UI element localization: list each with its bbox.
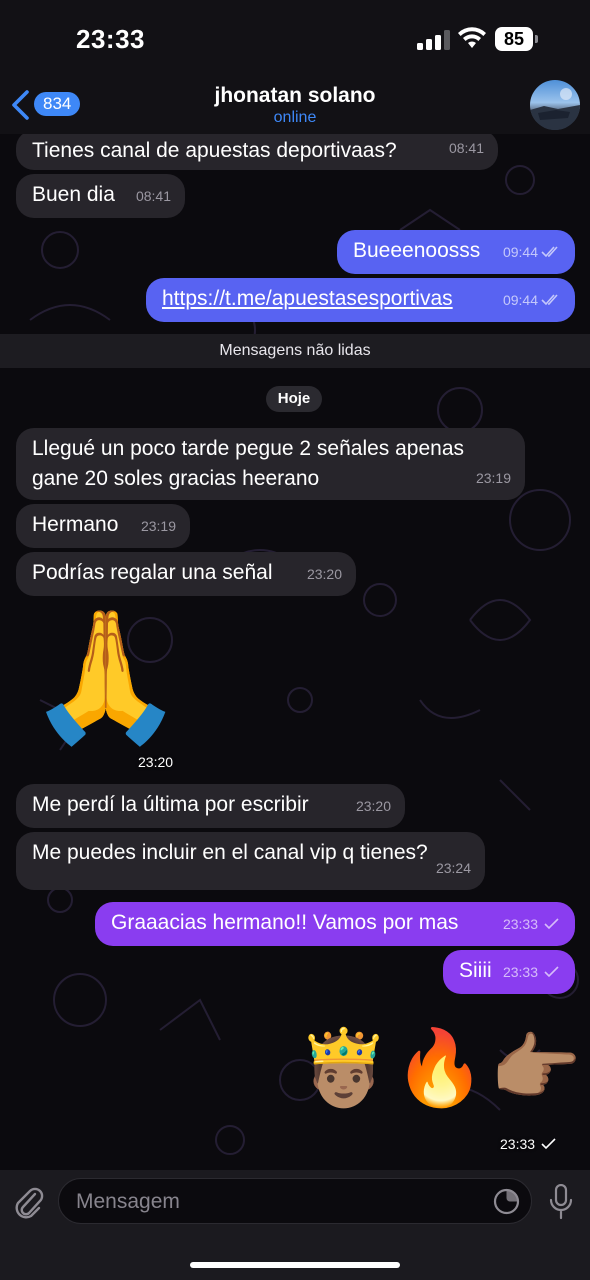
message-time: 08:41 xyxy=(135,188,171,204)
message-bubble-outgoing[interactable]: https://t.me/apuestasesportivas 09:44 xyxy=(146,278,575,322)
message-bubble-outgoing[interactable]: Bueeenoosss 09:44 xyxy=(337,230,575,274)
message-text: Me perdí la última por escribir xyxy=(32,793,309,816)
message-time: 23:20 xyxy=(306,566,342,582)
message-text: Me puedes incluir en el canal vip q tien… xyxy=(32,841,428,864)
single-check-icon xyxy=(541,1138,556,1150)
message-time: 23:33 xyxy=(502,916,538,932)
message-time: 23:20 xyxy=(138,754,174,770)
message-time: 09:44 xyxy=(502,292,538,308)
battery-icon: 85 xyxy=(495,27,539,51)
cellular-signal-icon xyxy=(417,30,450,50)
message-bubble-incoming[interactable]: Me perdí la última por escribir 23:20 xyxy=(16,784,405,828)
message-time: 23:19 xyxy=(475,470,511,486)
message-bubble-incoming[interactable]: Llegué un poco tarde pegue 2 señales ape… xyxy=(16,428,525,500)
message-time: 08:41 xyxy=(448,140,484,156)
message-bubble-incoming[interactable]: Tienes canal de apuestas deportivaas? 08… xyxy=(16,130,498,170)
message-bubble-outgoing[interactable]: Graaacias hermano!! Vamos por mas 23:33 xyxy=(95,902,575,946)
message-list: Tienes canal de apuestas deportivaas? 08… xyxy=(0,130,590,1170)
avatar[interactable] xyxy=(530,80,580,130)
battery-level: 85 xyxy=(495,27,533,51)
message-time: 23:19 xyxy=(140,518,176,534)
single-check-icon xyxy=(544,918,559,930)
message-input-container[interactable] xyxy=(58,1178,532,1224)
message-time: 23:33 xyxy=(500,1136,536,1152)
message-time: 23:33 xyxy=(502,964,538,980)
contact-status: online xyxy=(273,109,317,126)
contact-name[interactable]: jhonatan solano xyxy=(0,84,590,108)
emoji-message-incoming[interactable]: 🙏 xyxy=(26,602,186,772)
chat-header: 834 jhonatan solano online xyxy=(0,80,590,134)
date-separator: Hoje xyxy=(266,386,322,412)
status-bar: 23:33 85 xyxy=(0,0,590,80)
message-text: Tienes canal de apuestas deportivaas? xyxy=(32,139,397,162)
emoji-sequence: 🤴🏽🔥👉🏽 xyxy=(297,1026,586,1109)
message-bubble-outgoing[interactable]: Siiii 23:33 xyxy=(443,950,575,994)
double-check-icon xyxy=(541,246,558,258)
microphone-icon[interactable] xyxy=(548,1184,574,1220)
home-indicator xyxy=(190,1262,400,1268)
message-bubble-incoming[interactable]: Hermano 23:19 xyxy=(16,504,190,548)
double-check-icon xyxy=(541,294,558,306)
sticker-icon[interactable] xyxy=(493,1188,520,1215)
emoji-message-outgoing[interactable]: 🤴🏽🔥👉🏽 xyxy=(296,1018,586,1128)
message-bubble-incoming[interactable]: Buen dia 08:41 xyxy=(16,174,185,218)
status-time: 23:33 xyxy=(76,24,145,54)
message-bubble-incoming[interactable]: Podrías regalar una señal 23:20 xyxy=(16,552,356,596)
single-check-icon xyxy=(544,966,559,978)
chat-screen: 23:33 85 834 jhonatan solano online Tien… xyxy=(0,0,590,1280)
message-time: 23:20 xyxy=(355,798,391,814)
message-time: 09:44 xyxy=(502,244,538,260)
paperclip-icon[interactable] xyxy=(13,1184,45,1220)
message-time: 23:24 xyxy=(435,860,471,876)
wifi-icon xyxy=(458,27,486,48)
unread-messages-banner: Mensagens não lidas xyxy=(0,334,590,368)
message-text: Llegué un poco tarde pegue 2 señales ape… xyxy=(32,437,465,490)
praying-hands-emoji: 🙏 xyxy=(26,605,186,748)
message-bubble-incoming[interactable]: Me puedes incluir en el canal vip q tien… xyxy=(16,832,485,890)
message-composer xyxy=(0,1170,590,1280)
message-input[interactable] xyxy=(76,1187,476,1217)
